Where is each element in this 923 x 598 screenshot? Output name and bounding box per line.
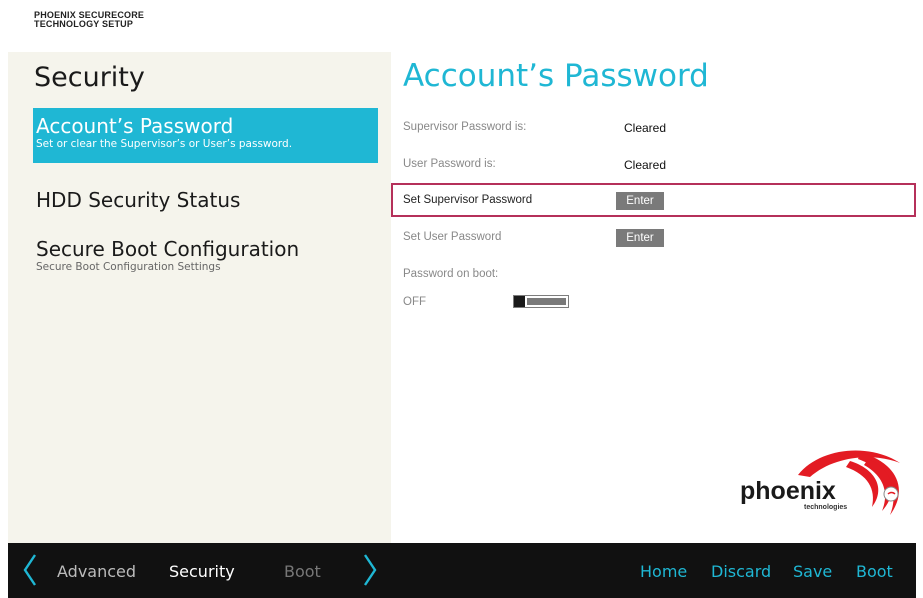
set-user-password-label: Set User Password (403, 231, 502, 243)
password-on-boot-toggle[interactable] (513, 295, 569, 308)
home-button[interactable]: Home (640, 562, 687, 581)
sidebar-item-secure-boot-configuration[interactable]: Secure Boot Configuration Secure Boot Co… (33, 238, 378, 274)
app-branding: PHOENIX SECURECORE TECHNOLOGY SETUP (34, 11, 144, 29)
tab-advanced[interactable]: Advanced (57, 562, 136, 581)
toggle-track (527, 298, 566, 305)
set-user-password-button[interactable]: Enter (616, 229, 664, 247)
section-title: Security (34, 62, 145, 93)
sidebar-item-desc: Secure Boot Configuration Settings (36, 261, 221, 273)
sidebar-item-accounts-password[interactable]: Account’s Password Set or clear the Supe… (33, 108, 378, 163)
bottom-nav-bar: Advanced Security Boot Home Discard Save… (8, 543, 916, 598)
user-status-label: User Password is: (403, 158, 496, 170)
sidebar-item-hdd-security-status[interactable]: HDD Security Status (33, 189, 378, 211)
password-on-boot-label: Password on boot: (403, 268, 499, 280)
set-supervisor-password-label: Set Supervisor Password (403, 194, 533, 206)
user-status-value: Cleared (624, 158, 667, 172)
supervisor-status-value: Cleared (624, 121, 667, 135)
chevron-left-icon[interactable] (22, 553, 38, 587)
logo-subtext: technologies (804, 504, 848, 511)
sidebar-item-desc: Set or clear the Supervisor’s or User’s … (36, 138, 293, 150)
sidebar-item-title: Account’s Password (36, 114, 234, 138)
tab-security[interactable]: Security (169, 562, 235, 581)
password-on-boot-value: OFF (403, 296, 426, 308)
logo-word: phoenix (740, 477, 836, 505)
page-title: Account’s Password (403, 58, 709, 94)
sidebar-item-title: HDD Security Status (36, 188, 241, 212)
chevron-right-icon[interactable] (362, 553, 378, 587)
tab-boot[interactable]: Boot (284, 562, 321, 581)
toggle-knob[interactable] (514, 296, 525, 307)
boot-button[interactable]: Boot (856, 562, 893, 581)
sidebar-item-title: Secure Boot Configuration (36, 237, 300, 261)
discard-button[interactable]: Discard (711, 562, 771, 581)
brand-line-2: TECHNOLOGY SETUP (34, 19, 134, 29)
phoenix-logo: phoenix technologies (740, 445, 910, 525)
supervisor-status-label: Supervisor Password is: (403, 121, 527, 133)
sidebar: Security Account’s Password Set or clear… (8, 52, 391, 543)
set-supervisor-password-button[interactable]: Enter (616, 192, 664, 210)
save-button[interactable]: Save (793, 562, 832, 581)
